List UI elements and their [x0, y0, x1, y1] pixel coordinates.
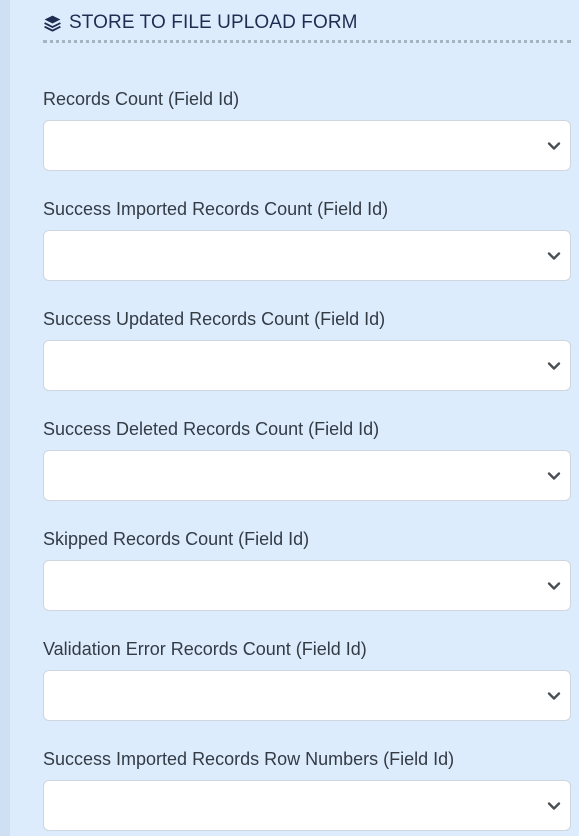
field-label: Success Updated Records Count (Field Id) [43, 309, 386, 329]
field-label: Validation Error Records Count (Field Id… [43, 639, 367, 659]
chevron-down-icon [547, 472, 561, 480]
section-title: STORE TO FILE UPLOAD FORM [69, 12, 358, 33]
field-label: Success Imported Records Row Numbers (Fi… [43, 749, 455, 769]
skipped-records-count-select[interactable] [43, 560, 571, 611]
success-deleted-records-count-field: Success Deleted Records Count (Field Id) [43, 417, 571, 501]
success-imported-records-row-numbers-select[interactable] [43, 780, 571, 831]
validation-error-records-count-select[interactable] [43, 670, 571, 721]
success-imported-records-row-numbers-field: Success Imported Records Row Numbers (Fi… [43, 747, 571, 831]
records-count-field: Records Count (Field Id) [43, 87, 571, 171]
section-header: STORE TO FILE UPLOAD FORM [43, 10, 571, 43]
chevron-down-icon [547, 362, 561, 370]
skipped-records-count-field: Skipped Records Count (Field Id) [43, 527, 571, 611]
records-count-select[interactable] [43, 120, 571, 171]
success-imported-records-count-select[interactable] [43, 230, 571, 281]
validation-error-records-count-field: Validation Error Records Count (Field Id… [43, 637, 571, 721]
layers-icon [44, 15, 61, 32]
field-label: Success Imported Records Count (Field Id… [43, 199, 389, 219]
success-updated-records-count-field: Success Updated Records Count (Field Id) [43, 307, 571, 391]
success-updated-records-count-select[interactable] [43, 340, 571, 391]
field-label: Skipped Records Count (Field Id) [43, 529, 310, 549]
field-label: Records Count (Field Id) [43, 89, 240, 109]
chevron-down-icon [547, 692, 561, 700]
success-imported-records-count-field: Success Imported Records Count (Field Id… [43, 197, 571, 281]
upload-form-panel: STORE TO FILE UPLOAD FORM Records Count … [0, 0, 579, 836]
chevron-down-icon [547, 802, 561, 810]
chevron-down-icon [547, 142, 561, 150]
field-label: Success Deleted Records Count (Field Id) [43, 419, 380, 439]
chevron-down-icon [547, 582, 561, 590]
success-deleted-records-count-select[interactable] [43, 450, 571, 501]
chevron-down-icon [547, 252, 561, 260]
